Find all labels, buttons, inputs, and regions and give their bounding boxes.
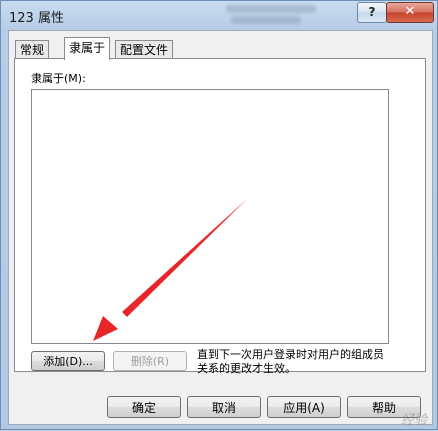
arrow-head: [93, 316, 118, 341]
tab-member-of[interactable]: 隶属于: [64, 37, 111, 60]
arrow-shaft: [122, 199, 247, 317]
red-arrow-annotation: [93, 199, 247, 341]
properties-dialog: 123 属性 ? ✕ 常规 隶属于 配置文件 隶属于(M): 添加(D)... …: [0, 0, 438, 430]
watermark: 经验: [400, 413, 427, 428]
